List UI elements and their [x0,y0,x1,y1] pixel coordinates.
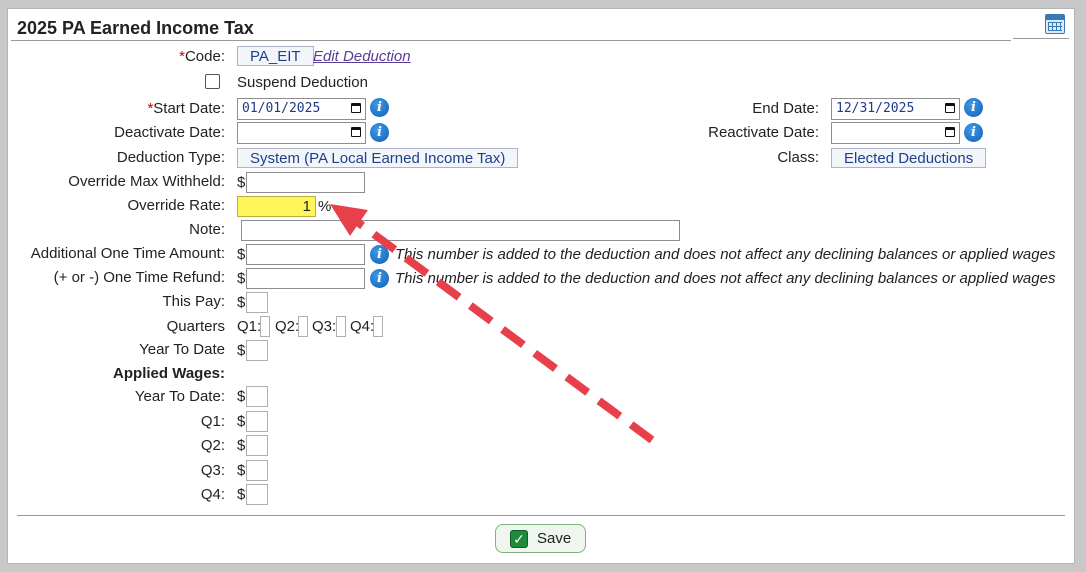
quarter-q1-label: Q1: [237,318,262,335]
class-value: Elected Deductions [831,148,987,168]
override-rate-input[interactable]: 1 [237,196,316,217]
dollar-sign: $ [237,437,246,454]
quarter-q2-label: Q2: [275,318,300,335]
quarter-q2-value [298,316,308,337]
additional-amount-label: Additional One Time Amount: [30,245,225,262]
calendar-icon[interactable] [1045,14,1065,34]
dollar-sign: $ [237,174,246,191]
footer-divider [17,515,1065,516]
date-picker-icon[interactable] [351,103,361,113]
date-picker-icon[interactable] [351,127,361,137]
end-date-label: End Date: [752,100,819,117]
quarter-q3-value [336,316,346,337]
dollar-sign: $ [237,413,246,430]
info-icon[interactable]: i [370,269,389,288]
applied-wages-q3-label: Q3: [200,462,225,479]
note-input[interactable] [241,220,680,241]
applied-wages-q2-label: Q2: [200,437,225,454]
this-pay-label: This Pay: [162,293,225,310]
note-label: Note: [189,221,225,238]
applied-wages-q1-label: Q1: [200,413,225,430]
suspend-deduction-label: Suspend Deduction [237,74,368,91]
dollar-sign: $ [237,246,246,263]
reactivate-date-input[interactable] [831,122,960,144]
deactivate-date-input[interactable] [237,122,366,144]
deactivate-date-label: Deactivate Date: [114,124,225,141]
override-rate-label: Override Rate: [127,197,225,214]
suspend-deduction-checkbox[interactable] [205,74,220,89]
check-icon: ✓ [510,530,528,548]
year-to-date-label: Year To Date [139,341,225,358]
quarter-q4-label: Q4: [350,318,375,335]
class-label: Class: [777,149,819,166]
override-max-input[interactable] [246,172,365,193]
start-date-input[interactable]: 01/01/2025 [237,98,366,120]
dollar-sign: $ [237,342,246,359]
this-pay-value [246,292,268,313]
info-icon[interactable]: i [370,245,389,264]
dollar-sign: $ [237,294,246,311]
quarter-q4-value [373,316,383,337]
code-label: *Code: [179,48,225,65]
applied-wages-heading: Applied Wages: [113,365,225,382]
date-picker-icon[interactable] [945,103,955,113]
applied-wages-q4-value [246,484,268,505]
info-icon[interactable]: i [964,123,983,142]
one-time-refund-note: This number is added to the deduction an… [395,270,1056,287]
quarter-q1-value [260,316,270,337]
dollar-sign: $ [237,486,246,503]
applied-wages-q4-label: Q4: [200,486,225,503]
start-date-label: *Start Date: [147,100,225,117]
applied-wages-ytd-value [246,386,268,407]
info-icon[interactable]: i [964,98,983,117]
title-divider [11,40,1011,41]
one-time-refund-input[interactable] [246,268,365,289]
additional-amount-input[interactable] [246,244,365,265]
edit-deduction-link[interactable]: Edit Deduction [313,48,411,66]
reactivate-date-label: Reactivate Date: [708,124,819,141]
applied-wages-q3-value [246,460,268,481]
applied-wages-q1-value [246,411,268,432]
deduction-type-label: Deduction Type: [116,149,225,166]
one-time-refund-label: (+ or -) One Time Refund: [53,269,225,286]
end-date-input[interactable]: 12/31/2025 [831,98,960,120]
code-value: PA_EIT [237,46,314,66]
quarter-q3-label: Q3: [312,318,337,335]
quarters-label: Quarters [166,318,225,335]
page-title: 2025 PA Earned Income Tax [17,18,254,38]
title-divider-right [1013,38,1069,39]
applied-wages-q2-value [246,435,268,456]
dollar-sign: $ [237,388,246,405]
additional-amount-note: This number is added to the deduction an… [395,246,1056,263]
info-icon[interactable]: i [370,98,389,117]
year-to-date-value [246,340,268,361]
info-icon[interactable]: i [370,123,389,142]
save-button[interactable]: ✓ Save [495,524,586,553]
dollar-sign: $ [237,462,246,479]
deduction-type-value: System (PA Local Earned Income Tax) [237,148,519,168]
percent-sign: % [318,198,332,215]
applied-wages-ytd-label: Year To Date: [134,388,225,405]
override-max-label: Override Max Withheld: [68,173,225,190]
dollar-sign: $ [237,270,246,287]
date-picker-icon[interactable] [945,127,955,137]
